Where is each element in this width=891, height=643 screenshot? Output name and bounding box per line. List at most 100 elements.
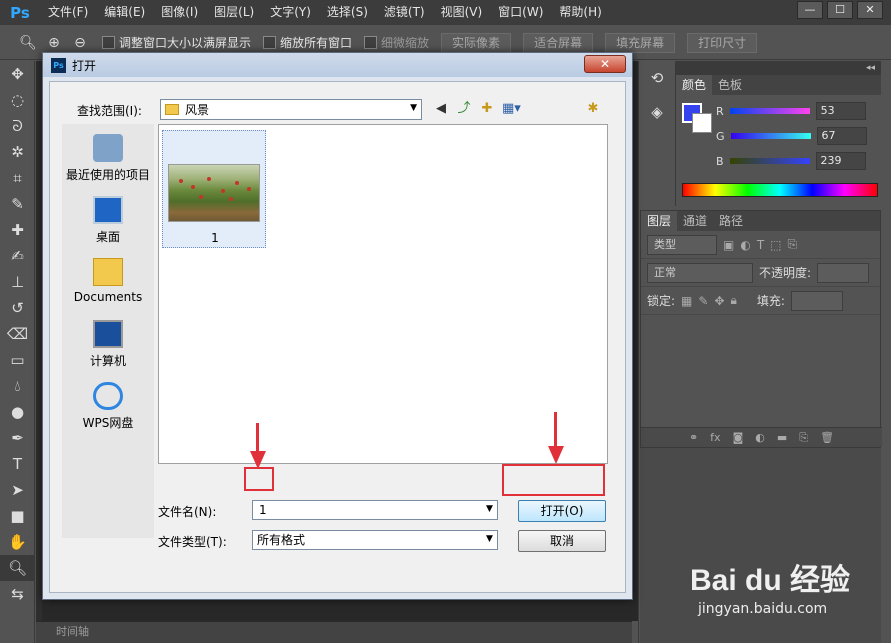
- resize-windows-checkbox[interactable]: 调整窗口大小以满屏显示: [102, 34, 251, 51]
- new-folder-icon[interactable]: ✚: [478, 100, 496, 118]
- minimize-button[interactable]: —: [797, 1, 823, 19]
- red-value-input[interactable]: 53: [815, 102, 866, 120]
- blur-tool-icon[interactable]: 💧︎: [0, 373, 35, 399]
- layer-mask-icon[interactable]: ◙: [733, 428, 744, 447]
- layer-filter-select[interactable]: 类型: [647, 234, 717, 255]
- view-menu-icon[interactable]: ▦▾: [502, 100, 521, 118]
- tab-layers[interactable]: 图层: [641, 211, 678, 231]
- tab-swatches[interactable]: 色板: [712, 75, 748, 95]
- up-folder-icon[interactable]: ⤴: [455, 100, 473, 118]
- history-brush-tool-icon[interactable]: ↺: [0, 295, 35, 321]
- blue-slider[interactable]: [729, 158, 810, 164]
- brush-tool-icon[interactable]: ✍: [0, 243, 35, 269]
- new-layer-icon[interactable]: ⎘: [799, 428, 808, 447]
- hand-tool-icon[interactable]: ✋: [0, 529, 35, 555]
- zoom-all-checkbox[interactable]: 缩放所有窗口: [263, 34, 352, 51]
- tab-color[interactable]: 颜色: [676, 75, 713, 95]
- healing-brush-tool-icon[interactable]: ✚: [0, 217, 35, 243]
- delete-layer-icon[interactable]: 🗑︎: [820, 428, 834, 447]
- color-spectrum-bar[interactable]: [682, 183, 878, 197]
- dialog-close-button[interactable]: ✕: [584, 55, 626, 73]
- lock-image-icon[interactable]: ✎: [698, 294, 708, 308]
- place-documents[interactable]: Documents: [62, 258, 154, 304]
- filter-shape-icon[interactable]: ⬚: [770, 238, 781, 252]
- adjustment-layer-icon[interactable]: ◐: [755, 428, 765, 447]
- print-size-button[interactable]: 打印尺寸: [687, 32, 758, 53]
- menu-file[interactable]: 文件(F): [40, 0, 96, 25]
- look-in-dropdown[interactable]: 风景 ▼: [160, 99, 422, 120]
- lock-transparent-icon[interactable]: ▦: [681, 294, 692, 308]
- 3d-panel-icon[interactable]: ◈: [639, 95, 675, 129]
- path-selection-tool-icon[interactable]: ➤: [0, 477, 35, 503]
- filetype-select[interactable]: 所有格式: [252, 530, 498, 550]
- menu-edit[interactable]: 编辑(E): [96, 0, 153, 25]
- menu-layer[interactable]: 图层(L): [206, 0, 262, 25]
- tab-channels[interactable]: 通道: [677, 211, 713, 231]
- red-slider[interactable]: [729, 108, 810, 114]
- menu-select[interactable]: 选择(S): [319, 0, 376, 25]
- green-slider[interactable]: [730, 133, 811, 139]
- fit-screen-button[interactable]: 适合屏幕: [523, 32, 594, 53]
- gradient-tool-icon[interactable]: ▭: [0, 347, 35, 373]
- background-color-swatch[interactable]: [692, 113, 712, 133]
- folder-star-icon[interactable]: ✱: [584, 100, 602, 118]
- open-button[interactable]: 打开(O): [518, 500, 606, 522]
- menu-image[interactable]: 图像(I): [153, 0, 206, 25]
- close-app-button[interactable]: ✕: [857, 1, 883, 19]
- filter-type-icon[interactable]: T: [757, 238, 764, 252]
- link-layers-icon[interactable]: ⚭: [689, 428, 698, 447]
- filter-smart-object-icon[interactable]: ⎘: [788, 237, 798, 252]
- maximize-button[interactable]: ☐: [827, 1, 853, 19]
- magic-wand-tool-icon[interactable]: ✲: [0, 139, 35, 165]
- lasso-tool-icon[interactable]: ᘐ: [0, 113, 35, 139]
- new-group-icon[interactable]: ▬: [777, 428, 787, 447]
- eraser-tool-icon[interactable]: ⌫: [0, 321, 35, 347]
- blend-mode-select[interactable]: 正常: [647, 262, 753, 283]
- actual-pixels-button[interactable]: 实际像素: [441, 32, 512, 53]
- layer-style-icon[interactable]: fx: [710, 428, 720, 447]
- zoom-tool-icon[interactable]: 🔍︎: [0, 555, 35, 581]
- marquee-tool-icon[interactable]: ◌: [0, 87, 35, 113]
- move-tool-icon[interactable]: ✥: [0, 61, 35, 87]
- fill-input[interactable]: [790, 290, 843, 311]
- cancel-button[interactable]: 取消: [518, 530, 606, 552]
- place-desktop[interactable]: 桌面: [62, 196, 154, 245]
- filename-input[interactable]: 1: [252, 500, 498, 520]
- menu-help[interactable]: 帮助(H): [551, 0, 609, 25]
- timeline-panel[interactable]: 时间轴: [36, 621, 632, 643]
- zoom-out-icon[interactable]: ⊖: [70, 33, 90, 53]
- back-icon[interactable]: ◀: [432, 100, 450, 118]
- menu-filter[interactable]: 滤镜(T): [376, 0, 433, 25]
- lock-position-icon[interactable]: ✥: [714, 294, 724, 308]
- pen-tool-icon[interactable]: ✒: [0, 425, 35, 451]
- menu-type[interactable]: 文字(Y): [262, 0, 319, 25]
- crop-tool-icon[interactable]: ⌗: [0, 165, 35, 191]
- collapse-arrows-icon[interactable]: ◂◂: [676, 61, 881, 75]
- opacity-input[interactable]: [817, 262, 870, 283]
- type-tool-icon[interactable]: T: [0, 451, 35, 477]
- swap-colors-icon[interactable]: ⇆: [0, 581, 35, 607]
- checkbox-box[interactable]: [364, 36, 378, 49]
- eyedropper-tool-icon[interactable]: ✎: [0, 191, 35, 217]
- place-recent[interactable]: 最近使用的项目: [62, 134, 154, 183]
- filter-pixel-icon[interactable]: ▣: [723, 238, 734, 252]
- dodge-tool-icon[interactable]: ●: [0, 399, 35, 425]
- lock-all-icon[interactable]: 🔒︎: [731, 293, 737, 308]
- filter-adjustment-icon[interactable]: ◐: [740, 238, 750, 252]
- place-wps-cloud[interactable]: WPS网盘: [62, 382, 154, 431]
- scrubby-zoom-checkbox[interactable]: 细微缩放: [364, 34, 429, 51]
- history-panel-icon[interactable]: ⟲: [639, 61, 675, 95]
- checkbox-box[interactable]: [263, 36, 277, 49]
- tab-paths[interactable]: 路径: [713, 211, 749, 231]
- menu-view[interactable]: 视图(V): [433, 0, 491, 25]
- zoom-in-icon[interactable]: ⊕: [44, 33, 64, 53]
- blue-value-input[interactable]: 239: [815, 152, 866, 170]
- clone-stamp-tool-icon[interactable]: ⊥: [0, 269, 35, 295]
- checkbox-box[interactable]: [102, 36, 115, 49]
- zoom-tool-icon[interactable]: 🔍︎: [18, 33, 38, 53]
- menu-window[interactable]: 窗口(W): [490, 0, 551, 25]
- place-computer[interactable]: 计算机: [62, 320, 154, 369]
- green-value-input[interactable]: 67: [816, 127, 867, 145]
- rectangle-tool-icon[interactable]: ■: [0, 503, 35, 529]
- file-item[interactable]: 1: [162, 130, 266, 248]
